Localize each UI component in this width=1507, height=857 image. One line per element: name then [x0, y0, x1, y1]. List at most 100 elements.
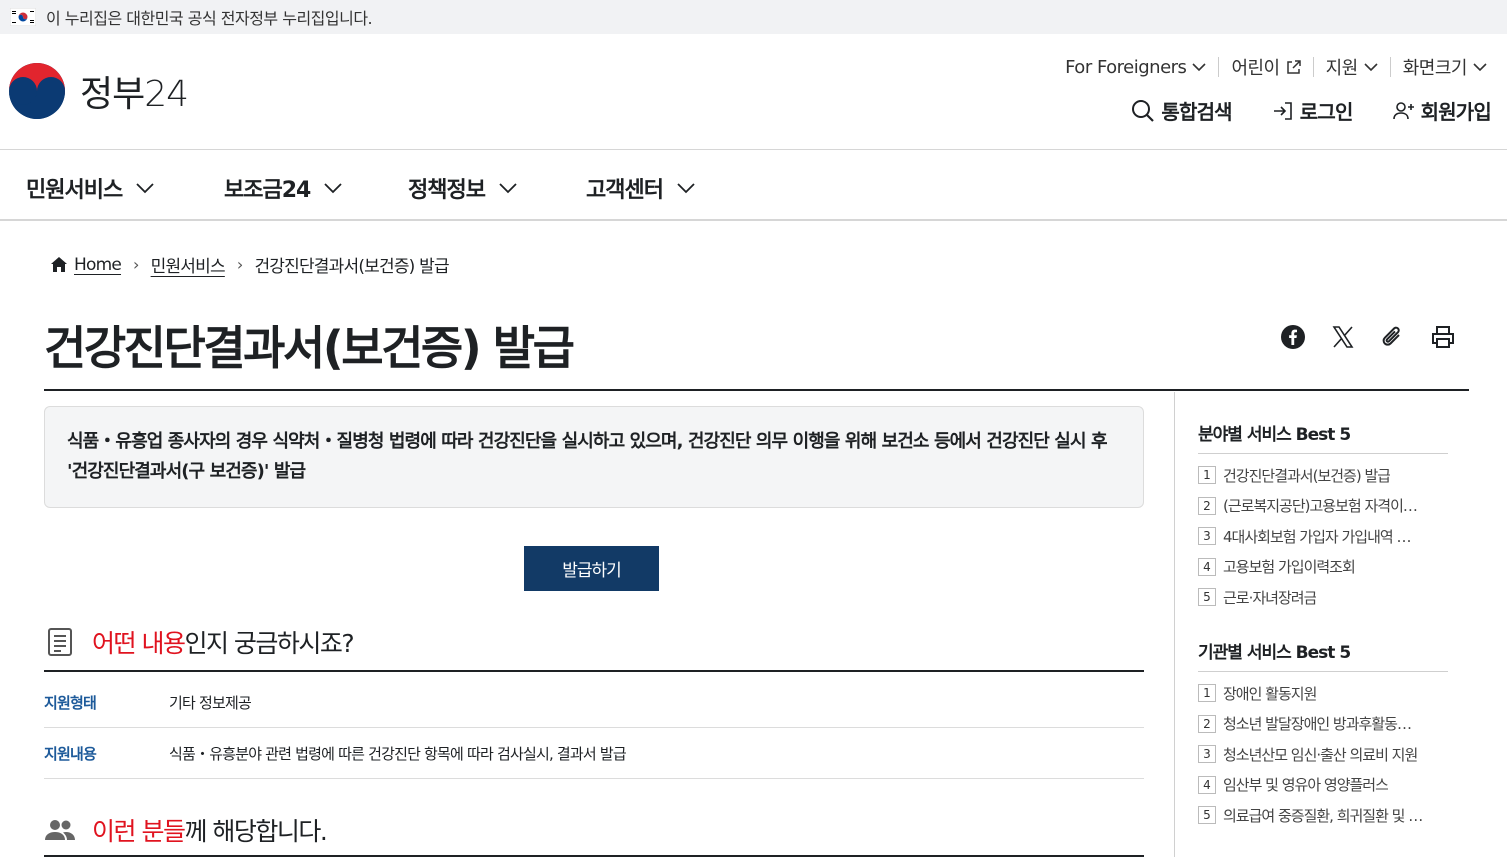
best-list-item[interactable]: 4 고용보험 가입이력조회: [1198, 552, 1448, 583]
best-item-label: 근로·자녀장려금: [1223, 588, 1317, 607]
rank-badge: 3: [1198, 527, 1216, 546]
chevron-down-icon: [677, 182, 695, 193]
people-icon: [44, 819, 76, 841]
rank-badge: 1: [1198, 684, 1216, 703]
section-content-title-rest: 인지 궁금하시죠?: [184, 629, 354, 658]
signup-label: 회원가입: [1420, 100, 1492, 124]
section-target-title-rest: 께 해당합니다.: [184, 817, 327, 846]
info-row-key: 지원형태: [44, 693, 97, 712]
summary-line-1: 식품・유흥업 종사자의 경우 식약처・질병청 법령에 따라 건강진단을 실시하고…: [67, 431, 1108, 452]
gnb-policy-info[interactable]: 정책정보: [408, 172, 517, 204]
screen-size-link[interactable]: 화면크기: [1391, 54, 1499, 80]
best-item-label: 4대사회보험 가입자 가입내역 확…: [1223, 527, 1423, 546]
rank-badge: 5: [1198, 806, 1216, 825]
gnb-civil-service-label: 민원서비스: [26, 178, 123, 203]
page-title: 건강진단결과서(보건증) 발급: [44, 321, 575, 375]
chevron-down-icon: [1473, 62, 1487, 71]
for-foreigners-label: For Foreigners: [1065, 56, 1187, 78]
info-row: 지원내용 식품・유흥분야 관련 법령에 따른 건강진단 항목에 따라 검사실시,…: [44, 728, 1144, 779]
login-button[interactable]: 로그인: [1272, 96, 1353, 125]
best-item-label: 장애인 활동지원: [1223, 684, 1317, 703]
aside-divider: [1174, 392, 1175, 857]
best-list-item[interactable]: 4 임산부 및 영유아 영양플러스: [1198, 770, 1448, 801]
best-list-item[interactable]: 1 건강진단결과서(보건증) 발급: [1198, 460, 1448, 491]
user-add-icon: [1392, 101, 1414, 119]
chevron-down-icon: [324, 182, 342, 193]
main-navigation: 민원서비스 보조금24 정책정보 고객센터: [0, 149, 1507, 221]
support-link[interactable]: 지원: [1314, 54, 1390, 80]
best-list-item[interactable]: 1 장애인 활동지원: [1198, 678, 1448, 709]
chevron-right-icon: ›: [236, 255, 243, 274]
best-item-label: 청소년 발달장애인 방과후활동서…: [1223, 715, 1423, 734]
best-list-item[interactable]: 5 근로·자녀장려금: [1198, 582, 1448, 613]
gov-banner-text: 이 누리집은 대한민국 공식 전자정부 누리집입니다.: [46, 9, 373, 28]
integrated-search-button[interactable]: 통합검색: [1131, 96, 1233, 125]
chevron-down-icon: [136, 182, 154, 193]
gnb-subsidy-label: 보조금24: [224, 178, 311, 203]
search-icon: [1132, 99, 1155, 122]
kids-link[interactable]: 어린이: [1219, 54, 1312, 80]
info-row-value: 기타 정보제공: [169, 693, 252, 712]
rank-badge: 5: [1198, 588, 1216, 607]
gnb-civil-service[interactable]: 민원서비스: [26, 172, 154, 204]
section-content-divider: [44, 670, 1144, 672]
gnb-customer-center[interactable]: 고객센터: [586, 172, 695, 204]
x-icon[interactable]: [1328, 322, 1358, 352]
site-logo[interactable]: 정부24: [8, 62, 189, 120]
screen-size-label: 화면크기: [1402, 58, 1468, 79]
info-row-value: 식품・유흥분야 관련 법령에 따른 건강진단 항목에 따라 검사실시, 결과서 …: [169, 744, 627, 763]
best-item-label: 건강진단결과서(보건증) 발급: [1223, 466, 1391, 485]
share-toolbar: [1278, 322, 1458, 352]
best-item-label: 의료급여 중증질환, 희귀질환 및 …: [1223, 806, 1423, 825]
support-label: 지원: [1325, 58, 1359, 79]
print-icon[interactable]: [1428, 322, 1458, 352]
attachment-icon[interactable]: [1378, 322, 1408, 352]
rank-badge: 3: [1198, 745, 1216, 764]
rank-badge: 4: [1198, 557, 1216, 576]
section-target-title-highlight: 이런 분들: [92, 817, 186, 846]
chevron-right-icon: ›: [133, 255, 139, 274]
org-best-divider: [1198, 671, 1448, 672]
org-best-list: 1 장애인 활동지원 2 청소년 발달장애인 방과후활동서… 3 청소년산모 임신·출…: [1198, 678, 1448, 831]
header-actions: 통합검색 로그인 회원가입: [1091, 96, 1492, 125]
signup-button[interactable]: 회원가입: [1392, 96, 1492, 125]
gnb-customer-center-label: 고객센터: [586, 178, 664, 203]
login-label: 로그인: [1299, 100, 1354, 124]
chevron-down-icon: [499, 182, 517, 193]
issue-button[interactable]: 발급하기: [524, 546, 659, 591]
breadcrumb-current: 건강진단결과서(보건증) 발급: [254, 257, 449, 277]
korea-flag-icon: [9, 7, 37, 27]
best-list-item[interactable]: 2 (근로복지공단)고용보험 자격이…: [1198, 491, 1448, 522]
logo-text: 정부24: [80, 74, 189, 115]
best-list-item[interactable]: 3 청소년산모 임신·출산 의료비 지원: [1198, 739, 1448, 770]
document-icon: [44, 627, 76, 657]
breadcrumb-home[interactable]: Home: [74, 255, 122, 275]
gnb-subsidy[interactable]: 보조금24: [224, 172, 342, 204]
external-link-icon: [1286, 59, 1301, 74]
best-list-item[interactable]: 5 의료급여 중증질환, 희귀질환 및 …: [1198, 800, 1448, 831]
title-divider: [44, 389, 1469, 391]
rank-badge: 1: [1198, 466, 1216, 485]
rank-badge: 2: [1198, 496, 1216, 515]
best-item-label: 고용보험 가입이력조회: [1223, 558, 1355, 577]
utility-links: For Foreigners 어린이 지원 화면크기: [1053, 54, 1499, 80]
best-item-label: 청소년산모 임신·출산 의료비 지원: [1223, 745, 1418, 764]
best-list-item[interactable]: 3 4대사회보험 가입자 가입내역 확…: [1198, 521, 1448, 552]
field-best-title: 분야별 서비스 Best 5: [1198, 425, 1351, 445]
service-summary: 식품・유흥업 종사자의 경우 식약처・질병청 법령에 따라 건강진단을 실시하고…: [44, 406, 1144, 508]
section-content-title-highlight: 어떤 내용: [92, 629, 186, 658]
facebook-icon[interactable]: [1278, 322, 1308, 352]
best-item-label: 임산부 및 영유아 영양플러스: [1223, 776, 1388, 795]
home-icon: [51, 257, 67, 272]
login-icon: [1273, 101, 1292, 120]
field-best-list: 1 건강진단결과서(보건증) 발급 2 (근로복지공단)고용보험 자격이… 3 4대사…: [1198, 460, 1448, 613]
gov-banner: 이 누리집은 대한민국 공식 전자정부 누리집입니다.: [0, 0, 1507, 34]
for-foreigners-link[interactable]: For Foreigners: [1053, 57, 1218, 78]
info-row: 지원형태 기타 정보제공: [44, 677, 1144, 728]
breadcrumb-civil-service[interactable]: 민원서비스: [151, 252, 226, 277]
best-list-item[interactable]: 2 청소년 발달장애인 방과후활동서…: [1198, 709, 1448, 740]
best-item-label: (근로복지공단)고용보험 자격이…: [1223, 497, 1417, 516]
gnb-policy-info-label: 정책정보: [408, 178, 486, 203]
kids-label: 어린이: [1231, 58, 1280, 79]
section-content-heading: 어떤 내용 인지 궁금하시죠?: [44, 624, 355, 660]
